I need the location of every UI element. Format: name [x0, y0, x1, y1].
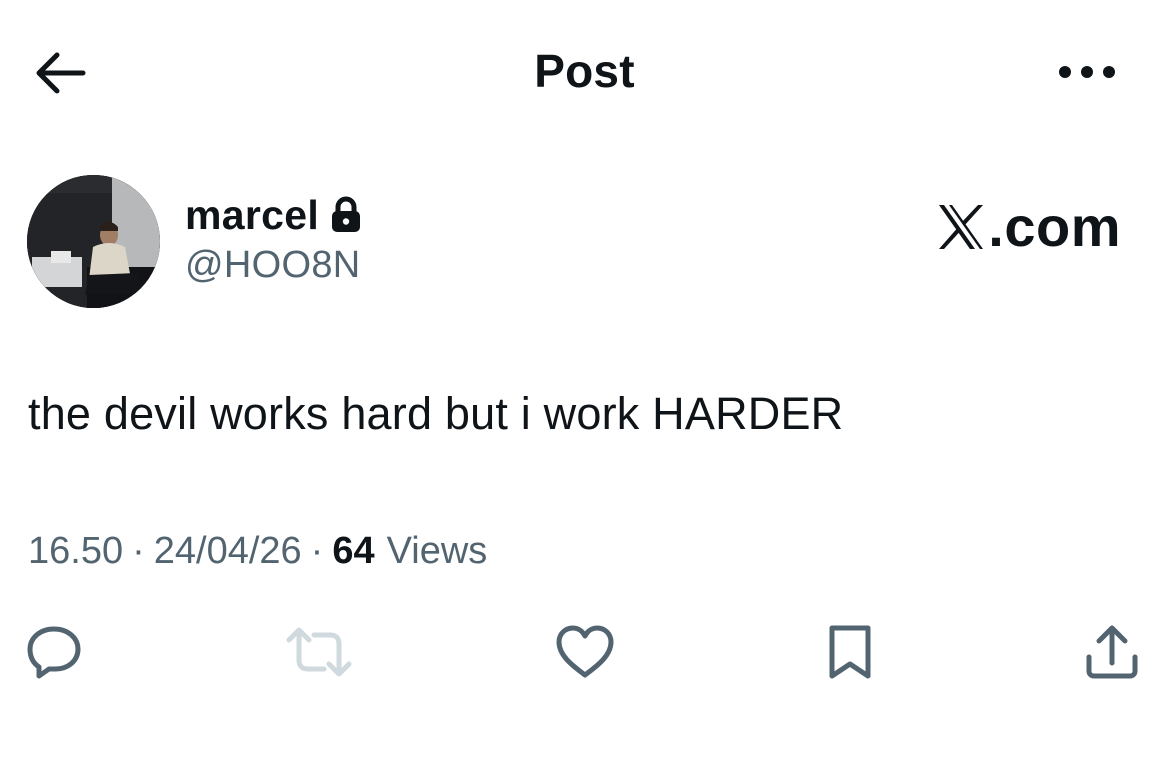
- meta-separator: ·: [310, 530, 324, 572]
- avatar-photo: [27, 175, 160, 308]
- author-handle[interactable]: @HOO8N: [185, 244, 361, 287]
- bookmark-button[interactable]: [818, 620, 882, 684]
- action-bar: [0, 620, 1169, 690]
- views-label[interactable]: Views: [387, 530, 488, 573]
- heart-icon: [554, 624, 616, 680]
- x-logo-icon: [936, 202, 986, 252]
- page-title: Post: [534, 45, 635, 97]
- author-name[interactable]: marcel: [185, 192, 319, 239]
- bookmark-icon: [827, 624, 873, 680]
- like-button[interactable]: [553, 620, 617, 684]
- meta-separator: ·: [132, 530, 145, 572]
- more-options-button[interactable]: [1052, 52, 1122, 92]
- top-bar: Post: [0, 0, 1169, 140]
- post-text: the devil works hard but i work HARDER: [28, 388, 844, 439]
- share-icon: [1083, 623, 1141, 681]
- post-date[interactable]: 24/04/26: [154, 530, 302, 573]
- x-com-watermark: .com: [936, 194, 1121, 259]
- reply-icon: [25, 624, 83, 680]
- views-count[interactable]: 64: [332, 530, 374, 573]
- watermark-text: .com: [988, 195, 1121, 258]
- lock-icon: [329, 196, 365, 234]
- post-time[interactable]: 16.50: [28, 530, 123, 573]
- author-name-row[interactable]: marcel: [185, 190, 365, 240]
- reply-button[interactable]: [22, 620, 86, 684]
- more-horizontal-icon: [1057, 64, 1117, 80]
- avatar[interactable]: [27, 175, 160, 308]
- share-button[interactable]: [1080, 620, 1144, 684]
- repost-icon: [286, 626, 352, 678]
- repost-button[interactable]: [286, 620, 352, 684]
- post-meta: 16.50 · 24/04/26 · 64 Views: [28, 530, 487, 573]
- post-detail-screen: Post marcel @HOO8N .com the devil works …: [0, 0, 1169, 765]
